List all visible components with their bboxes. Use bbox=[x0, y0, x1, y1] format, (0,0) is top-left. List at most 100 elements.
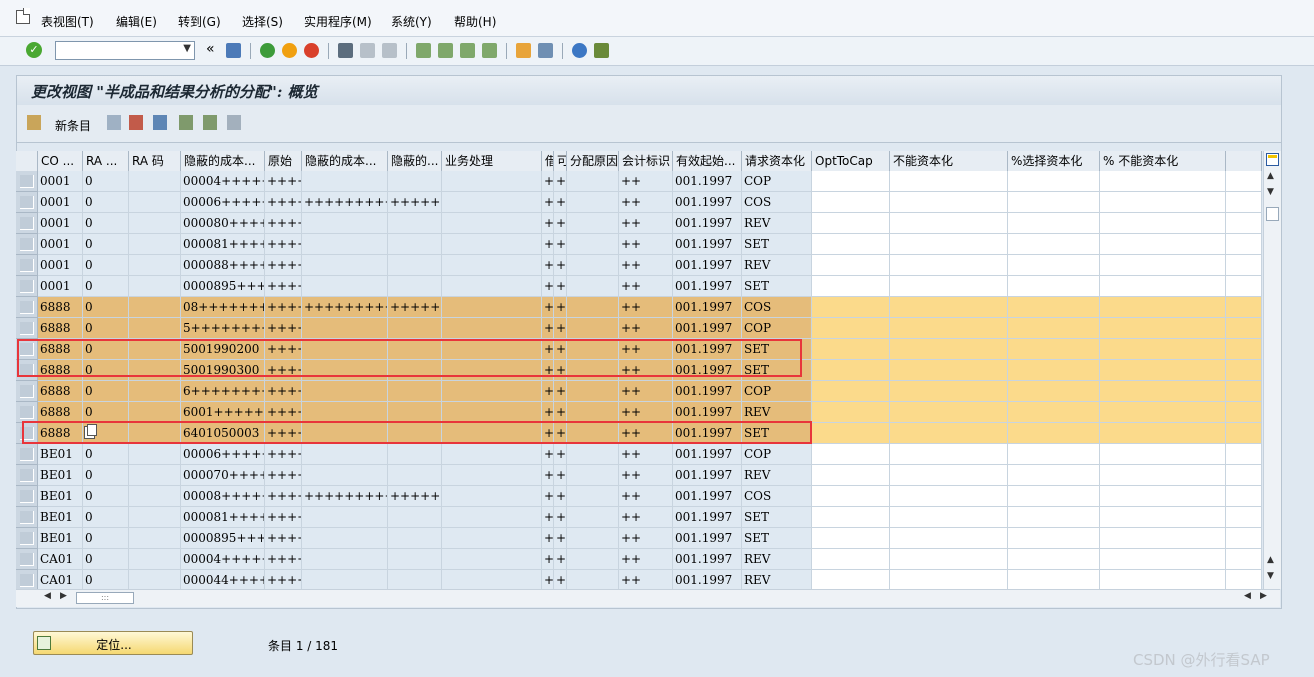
column-header-request-capitalize[interactable]: 请求资本化 bbox=[742, 151, 812, 171]
cell-filler[interactable] bbox=[1226, 297, 1262, 318]
cell-opt-to-cap[interactable] bbox=[812, 339, 890, 360]
column-header-ra[interactable]: RA ... bbox=[83, 151, 129, 171]
row-selector[interactable] bbox=[16, 213, 38, 234]
cell-pct-select-capitalize[interactable] bbox=[1008, 255, 1100, 276]
vertical-scrollbar[interactable]: ▲ ▼ ▲ ▼ bbox=[1263, 151, 1281, 589]
menu-table-view[interactable]: 表视图(T) bbox=[41, 13, 94, 30]
menu-goto[interactable]: 转到(G) bbox=[178, 13, 221, 30]
cell-not-capitalize[interactable] bbox=[890, 528, 1008, 549]
cell-not-capitalize[interactable] bbox=[890, 192, 1008, 213]
select-all-icon[interactable] bbox=[179, 115, 193, 130]
row-selector[interactable] bbox=[16, 318, 38, 339]
cell-not-capitalize[interactable] bbox=[890, 486, 1008, 507]
row-selector[interactable] bbox=[16, 465, 38, 486]
column-header-cost-element-1[interactable]: 隐蔽的成本... bbox=[181, 151, 265, 171]
cell-not-capitalize[interactable] bbox=[890, 423, 1008, 444]
column-header-business-process[interactable]: 业务处理 bbox=[442, 151, 542, 171]
cell-filler[interactable] bbox=[1226, 549, 1262, 570]
first-page-icon[interactable] bbox=[416, 43, 431, 58]
cell-opt-to-cap[interactable] bbox=[812, 528, 890, 549]
vertical-scroll-thumb[interactable] bbox=[1266, 207, 1279, 221]
cell-filler[interactable] bbox=[1226, 423, 1262, 444]
cancel-icon[interactable] bbox=[304, 43, 319, 58]
row-selector[interactable] bbox=[16, 234, 38, 255]
cell-pct-not-capitalize[interactable] bbox=[1100, 255, 1226, 276]
cell-not-capitalize[interactable] bbox=[890, 318, 1008, 339]
cell-filler[interactable] bbox=[1226, 360, 1262, 381]
scroll-right-icon[interactable]: ▶ bbox=[1260, 591, 1267, 601]
row-selector[interactable] bbox=[16, 486, 38, 507]
cell-pct-select-capitalize[interactable] bbox=[1008, 507, 1100, 528]
cell-not-capitalize[interactable] bbox=[890, 297, 1008, 318]
column-header-allocation-reason[interactable]: 分配原因 bbox=[567, 151, 619, 171]
cell-not-capitalize[interactable] bbox=[890, 381, 1008, 402]
cell-filler[interactable] bbox=[1226, 339, 1262, 360]
column-header-not-capitalize[interactable]: 不能资本化 bbox=[890, 151, 1008, 171]
chevron-down-icon[interactable]: ▼ bbox=[183, 43, 191, 54]
column-header-account-indicator[interactable]: 会计标识 bbox=[619, 151, 673, 171]
row-selector[interactable] bbox=[16, 255, 38, 276]
position-button[interactable]: 定位... bbox=[33, 631, 193, 655]
scroll-left-icon[interactable]: ◀ bbox=[44, 591, 51, 601]
cell-not-capitalize[interactable] bbox=[890, 444, 1008, 465]
collapse-icon[interactable]: « bbox=[206, 41, 215, 57]
scroll-down-icon[interactable]: ▼ bbox=[1267, 187, 1274, 197]
back-icon[interactable] bbox=[260, 43, 275, 58]
select-all-rows[interactable] bbox=[16, 151, 38, 171]
cell-pct-select-capitalize[interactable] bbox=[1008, 570, 1100, 589]
cell-pct-not-capitalize[interactable] bbox=[1100, 276, 1226, 297]
cell-pct-not-capitalize[interactable] bbox=[1100, 528, 1226, 549]
cell-filler[interactable] bbox=[1226, 213, 1262, 234]
delete-icon[interactable] bbox=[129, 115, 143, 130]
horizontal-scroll-thumb[interactable]: ::: bbox=[76, 592, 134, 604]
cell-opt-to-cap[interactable] bbox=[812, 549, 890, 570]
scroll-up-icon[interactable]: ▲ bbox=[1267, 555, 1274, 565]
cell-pct-not-capitalize[interactable] bbox=[1100, 549, 1226, 570]
cell-opt-to-cap[interactable] bbox=[812, 423, 890, 444]
cell-not-capitalize[interactable] bbox=[890, 402, 1008, 423]
cell-filler[interactable] bbox=[1226, 381, 1262, 402]
cell-pct-select-capitalize[interactable] bbox=[1008, 402, 1100, 423]
cell-pct-not-capitalize[interactable] bbox=[1100, 444, 1226, 465]
menu-edit[interactable]: 编辑(E) bbox=[116, 13, 157, 30]
cell-opt-to-cap[interactable] bbox=[812, 318, 890, 339]
cell-pct-select-capitalize[interactable] bbox=[1008, 360, 1100, 381]
create-session-icon[interactable] bbox=[516, 43, 531, 58]
menu-system[interactable]: 系统(Y) bbox=[391, 13, 432, 30]
cell-opt-to-cap[interactable] bbox=[812, 255, 890, 276]
cell-pct-select-capitalize[interactable] bbox=[1008, 549, 1100, 570]
column-header-racode[interactable]: RA 码 bbox=[129, 151, 181, 171]
column-header-cost-element-3[interactable]: 隐蔽的... bbox=[388, 151, 442, 171]
cell-pct-select-capitalize[interactable] bbox=[1008, 528, 1100, 549]
cell-pct-select-capitalize[interactable] bbox=[1008, 486, 1100, 507]
cell-opt-to-cap[interactable] bbox=[812, 465, 890, 486]
cell-pct-select-capitalize[interactable] bbox=[1008, 339, 1100, 360]
cell-pct-not-capitalize[interactable] bbox=[1100, 423, 1226, 444]
cell-pct-not-capitalize[interactable] bbox=[1100, 570, 1226, 589]
cell-pct-select-capitalize[interactable] bbox=[1008, 423, 1100, 444]
find-next-icon[interactable] bbox=[382, 43, 397, 58]
cell-filler[interactable] bbox=[1226, 570, 1262, 589]
menu-utilities[interactable]: 实用程序(M) bbox=[304, 13, 372, 30]
next-page-icon[interactable] bbox=[460, 43, 475, 58]
cell-pct-select-capitalize[interactable] bbox=[1008, 465, 1100, 486]
column-header-debit[interactable]: 借 bbox=[542, 151, 554, 171]
cell-filler[interactable] bbox=[1226, 528, 1262, 549]
enter-check-icon[interactable]: ✓ bbox=[26, 42, 42, 58]
column-header-valid-from[interactable]: 有效起始... bbox=[673, 151, 742, 171]
cell-pct-not-capitalize[interactable] bbox=[1100, 486, 1226, 507]
scroll-up-icon[interactable]: ▲ bbox=[1267, 171, 1274, 181]
shortcut-icon[interactable] bbox=[538, 43, 553, 58]
cell-opt-to-cap[interactable] bbox=[812, 570, 890, 589]
cell-pct-select-capitalize[interactable] bbox=[1008, 213, 1100, 234]
cell-filler[interactable] bbox=[1226, 192, 1262, 213]
row-selector[interactable] bbox=[16, 444, 38, 465]
cell-pct-not-capitalize[interactable] bbox=[1100, 465, 1226, 486]
table-settings-icon[interactable] bbox=[1266, 153, 1279, 166]
new-entries-button[interactable]: 新条目 bbox=[55, 117, 91, 134]
cell-opt-to-cap[interactable] bbox=[812, 486, 890, 507]
row-selector[interactable] bbox=[16, 192, 38, 213]
cell-opt-to-cap[interactable] bbox=[812, 192, 890, 213]
cell-pct-select-capitalize[interactable] bbox=[1008, 297, 1100, 318]
cell-pct-not-capitalize[interactable] bbox=[1100, 402, 1226, 423]
